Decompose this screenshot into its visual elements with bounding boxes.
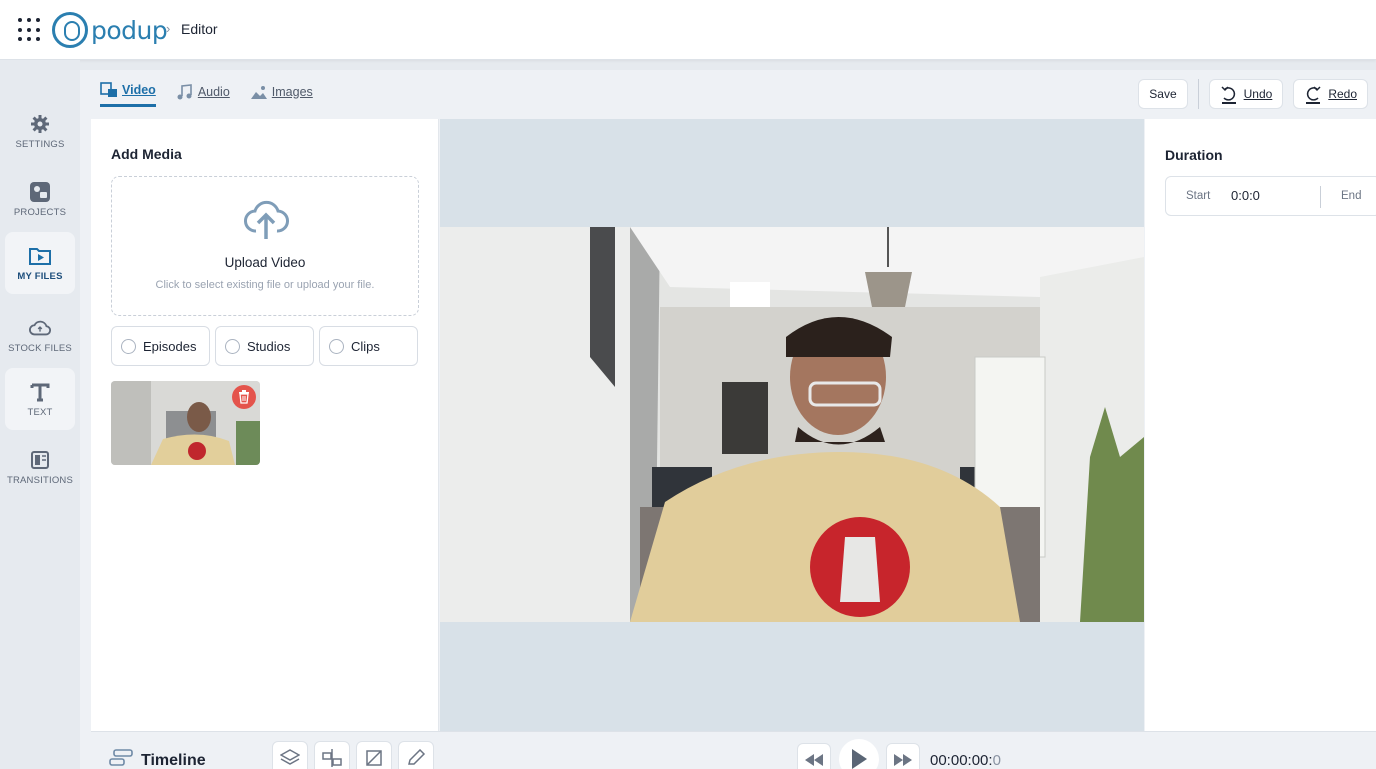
trim-icon	[366, 750, 382, 766]
filter-studios-label: Studios	[247, 338, 291, 354]
split-button[interactable]	[314, 741, 350, 769]
timecode-main: 00:00:00:	[930, 752, 993, 769]
radio-clips[interactable]	[329, 338, 344, 354]
duration-panel: Duration Start 0:0:0 End	[1145, 119, 1376, 731]
play-icon	[852, 749, 867, 769]
fast-forward-button[interactable]	[886, 743, 920, 769]
sidebar-label-settings: SETTINGS	[15, 138, 65, 150]
filter-clips[interactable]: Clips	[319, 326, 418, 366]
sidebar-item-text[interactable]: TEXT	[5, 368, 75, 430]
redo-label: Redo	[1328, 87, 1357, 101]
sidebar-item-transitions[interactable]: TRANSITIONS	[5, 436, 75, 498]
radio-studios[interactable]	[225, 338, 240, 354]
filter-episodes-label: Episodes	[143, 338, 197, 354]
sidebar-item-settings[interactable]: SETTINGS	[5, 100, 75, 162]
trash-icon	[239, 390, 249, 404]
timeline-timecode: 00:00:00:0	[930, 752, 1001, 769]
tab-images-label: Images	[271, 84, 313, 99]
undo-button[interactable]: Undo	[1208, 79, 1284, 109]
layers-icon	[280, 749, 300, 765]
filter-studios[interactable]: Studios	[215, 326, 314, 366]
duration-start-label: Start	[1186, 190, 1211, 202]
tab-audio[interactable]: Audio	[176, 82, 230, 107]
undo-label: Undo	[1243, 87, 1273, 101]
duration-title: Duration	[1165, 147, 1223, 163]
editor-actions: Save Undo Redo	[1138, 79, 1368, 109]
my-files-icon	[29, 245, 51, 267]
cloud-icon	[29, 317, 51, 339]
filter-clips-label: Clips	[351, 338, 380, 354]
rewind-button[interactable]	[797, 743, 831, 769]
podup-logo[interactable]: podup	[52, 11, 168, 49]
top-bar: podup › Editor	[0, 0, 1376, 60]
filter-episodes[interactable]: Episodes	[111, 326, 210, 366]
sidebar-label-transitions: TRANSITIONS	[6, 474, 74, 486]
add-media-panel: Add Media Upload Video Click to select e…	[91, 119, 439, 731]
tab-video[interactable]: Video	[100, 82, 156, 107]
cloud-upload-icon	[244, 201, 289, 239]
transitions-icon	[29, 449, 51, 471]
left-sidebar: SETTINGS PROJECTS MY FILES STOCK FILES T…	[0, 60, 80, 769]
duration-divider	[1320, 186, 1321, 208]
redo-icon	[1306, 86, 1321, 104]
video-canvas[interactable]	[440, 227, 1144, 622]
breadcrumb-chevron-icon: ›	[166, 21, 171, 36]
logo-text: podup	[91, 15, 168, 45]
undo-icon	[1221, 86, 1236, 104]
edit-button[interactable]	[398, 741, 434, 769]
redo-button[interactable]: Redo	[1293, 79, 1368, 109]
timeline-bar: Timeline 00:00:00:0	[91, 731, 1376, 769]
tab-audio-label: Audio	[197, 84, 230, 99]
duration-start-input[interactable]: 0:0:0	[1231, 188, 1260, 203]
rewind-icon	[805, 754, 823, 766]
pencil-icon	[408, 749, 426, 765]
sidebar-item-projects[interactable]: PROJECTS	[5, 168, 75, 230]
media-thumbnail[interactable]	[111, 381, 260, 465]
save-button[interactable]: Save	[1138, 79, 1188, 109]
tab-video-label: Video	[122, 83, 156, 97]
app-grid-icon[interactable]	[18, 18, 42, 42]
logo-mark-icon	[52, 12, 88, 48]
radio-episodes[interactable]	[121, 338, 136, 354]
sidebar-item-stock-files[interactable]: STOCK FILES	[5, 304, 75, 366]
delete-media-button[interactable]	[232, 385, 256, 409]
tab-images[interactable]: Images	[250, 82, 313, 107]
timeline-title: Timeline	[141, 752, 206, 769]
video-preview-area	[440, 119, 1144, 731]
upload-video-subtitle: Click to select existing file or upload …	[155, 279, 375, 291]
fast-forward-icon	[894, 754, 912, 766]
play-button[interactable]	[839, 739, 879, 769]
sidebar-item-my-files[interactable]: MY FILES	[5, 232, 75, 294]
trim-button[interactable]	[356, 741, 392, 769]
text-icon	[29, 381, 51, 403]
timecode-frame: 0	[992, 752, 1001, 769]
sidebar-label-my-files: MY FILES	[17, 270, 63, 282]
image-icon	[250, 85, 267, 99]
breadcrumb-editor: Editor	[181, 21, 218, 37]
sidebar-label-stock-files: STOCK FILES	[8, 342, 72, 354]
duration-range: Start 0:0:0 End	[1165, 176, 1376, 216]
media-tabs: Video Audio Images	[100, 82, 313, 107]
upload-video-dropzone[interactable]: Upload Video Click to select existing fi…	[111, 176, 419, 316]
music-icon	[177, 83, 192, 99]
video-frame-image	[440, 227, 1144, 622]
sidebar-label-projects: PROJECTS	[13, 206, 67, 218]
add-media-title: Add Media	[111, 146, 182, 162]
video-icon	[100, 82, 117, 97]
timeline-icon	[109, 749, 133, 766]
actions-divider	[1197, 79, 1199, 109]
layers-button[interactable]	[272, 741, 308, 769]
duration-end-label: End	[1341, 190, 1362, 202]
upload-video-title: Upload Video	[224, 255, 306, 270]
sidebar-label-text: TEXT	[27, 406, 53, 418]
media-filters: Episodes Studios Clips	[111, 326, 418, 366]
projects-icon	[29, 181, 51, 203]
split-icon	[322, 749, 342, 767]
gear-icon	[29, 113, 51, 135]
